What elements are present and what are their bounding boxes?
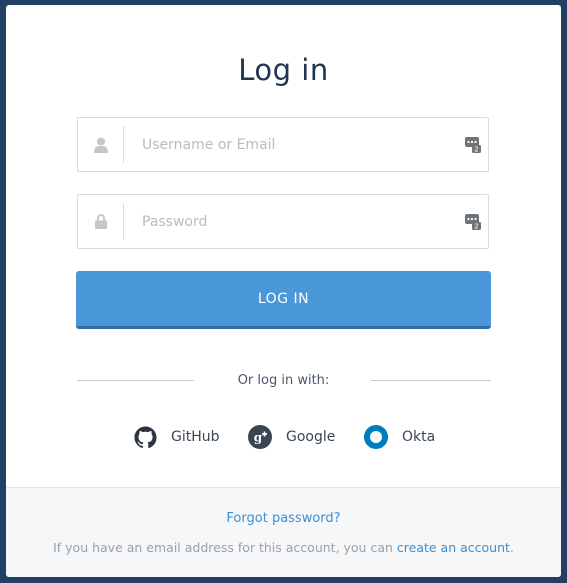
account-prompt: If you have an email address for this ac… — [53, 540, 393, 555]
username-input[interactable] — [142, 118, 442, 171]
user-icon — [78, 118, 124, 171]
github-icon — [133, 425, 157, 449]
field-separator — [123, 203, 124, 240]
password-field: 2 — [77, 194, 489, 249]
github-login-button[interactable]: GitHub — [133, 424, 220, 450]
svg-text:2: 2 — [474, 146, 478, 154]
google-label: Google — [286, 429, 336, 445]
create-account-link[interactable]: create an account — [397, 540, 510, 555]
okta-icon — [364, 425, 388, 449]
login-button[interactable]: LOG IN — [76, 271, 491, 329]
github-label: GitHub — [171, 429, 220, 445]
divider-line — [371, 380, 491, 381]
password-manager-icon[interactable]: 2 — [464, 213, 482, 231]
account-text: If you have an email address for this ac… — [6, 540, 561, 555]
google-plus-icon: g — [248, 425, 272, 449]
okta-login-button[interactable]: Okta — [364, 424, 435, 450]
field-separator — [123, 126, 124, 163]
login-card: Log in 2 — [6, 5, 561, 577]
forgot-password-link[interactable]: Forgot password? — [6, 511, 561, 526]
footer: Forgot password? If you have an email ad… — [6, 487, 561, 577]
account-end: . — [509, 540, 514, 555]
lock-icon — [78, 195, 124, 248]
svg-text:g: g — [254, 431, 263, 445]
password-manager-icon[interactable]: 2 — [464, 136, 482, 154]
password-input[interactable] — [142, 195, 442, 248]
username-field: 2 — [77, 117, 489, 172]
okta-label: Okta — [402, 429, 436, 445]
page-title: Log in — [238, 53, 329, 87]
svg-text:2: 2 — [474, 223, 478, 231]
google-login-button[interactable]: g Google — [248, 424, 335, 450]
